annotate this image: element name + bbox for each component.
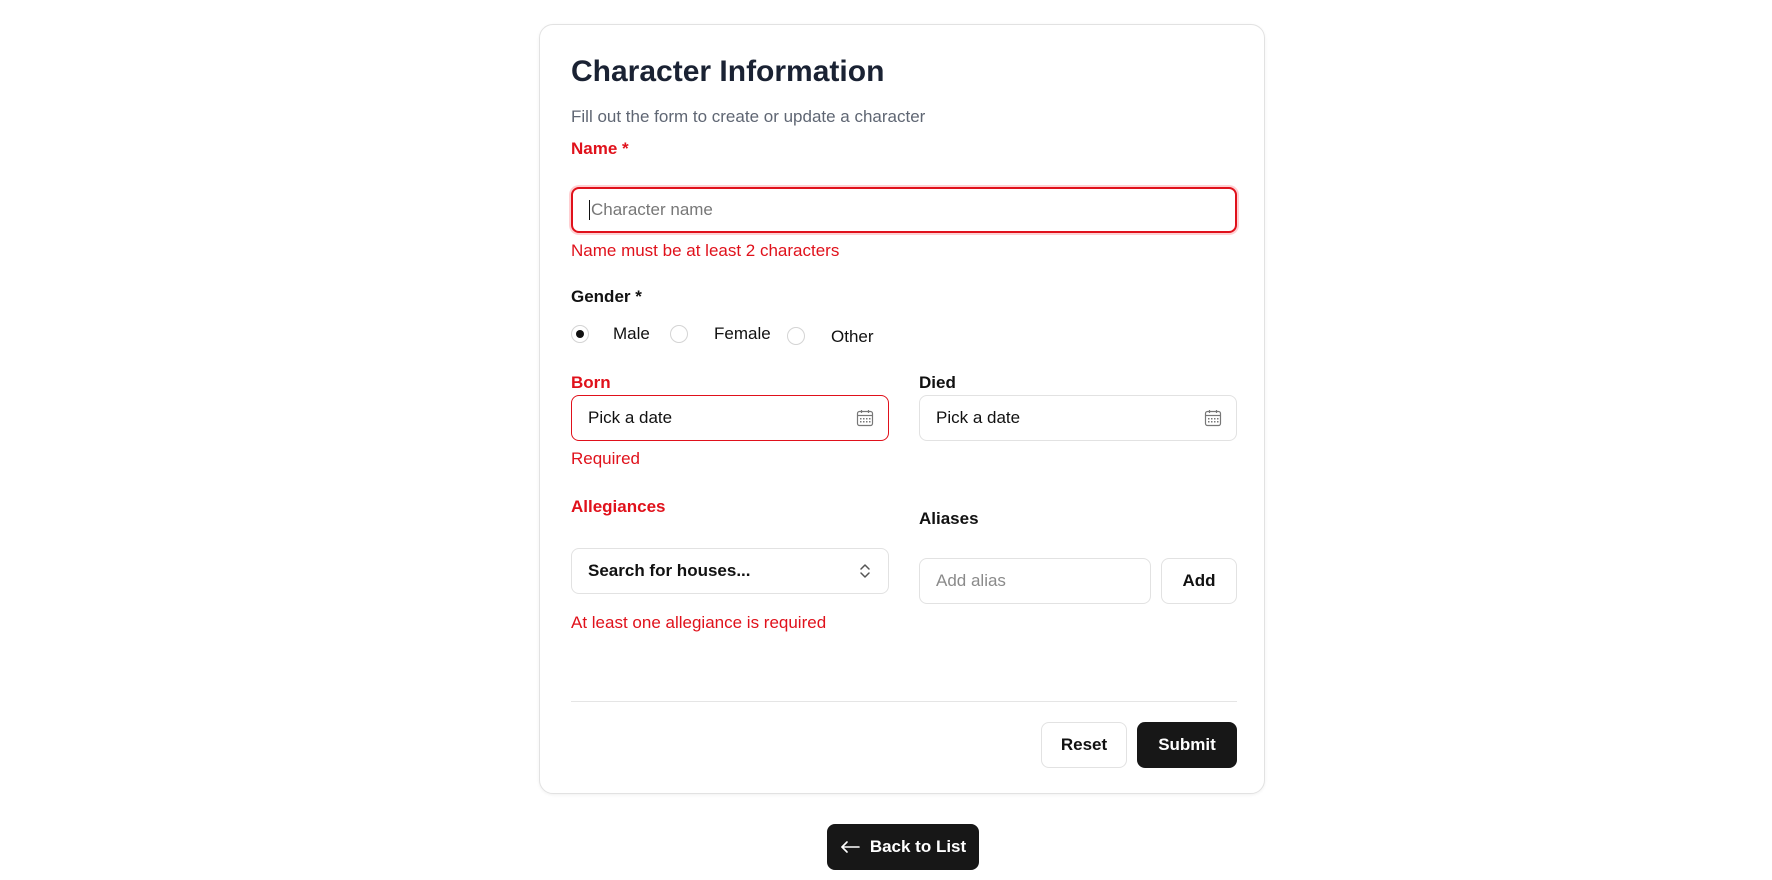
- form-subtitle: Fill out the form to create or update a …: [571, 107, 926, 126]
- calendar-icon: [856, 410, 874, 427]
- died-label: Died: [919, 373, 956, 392]
- died-date-picker[interactable]: Pick a date: [919, 395, 1237, 441]
- radio-selected-dot: [576, 330, 584, 338]
- form-title: Character Information: [571, 55, 885, 88]
- radio-label-male[interactable]: Male: [613, 324, 650, 344]
- born-label: Born: [571, 373, 611, 392]
- allegiances-combobox[interactable]: Search for houses...: [571, 548, 889, 594]
- character-form-card: Character Information Fill out the form …: [539, 24, 1265, 794]
- radio-label-other[interactable]: Other: [831, 327, 874, 347]
- allegiances-error: At least one allegiance is required: [571, 613, 827, 632]
- gender-label: Gender *: [571, 287, 642, 306]
- name-input[interactable]: Character name: [571, 187, 1237, 233]
- name-label: Name *: [571, 139, 629, 158]
- back-to-list-button[interactable]: Back to List: [827, 824, 979, 870]
- back-to-list-label: Back to List: [869, 837, 967, 856]
- allegiances-label: Allegiances: [571, 497, 666, 516]
- submit-button[interactable]: Submit: [1137, 722, 1237, 768]
- alias-placeholder: Add alias: [936, 571, 1006, 590]
- aliases-label: Aliases: [919, 509, 979, 528]
- name-error: Name must be at least 2 characters: [571, 241, 840, 260]
- born-placeholder: Pick a date: [588, 408, 673, 427]
- form-divider: [571, 701, 1237, 702]
- add-alias-button[interactable]: Add: [1161, 558, 1237, 604]
- born-date-picker[interactable]: Pick a date: [571, 395, 889, 441]
- arrow-left-icon: [841, 841, 860, 853]
- allegiances-placeholder: Search for houses...: [588, 561, 751, 580]
- born-error: Required: [571, 449, 640, 468]
- name-placeholder: Character name: [591, 200, 713, 219]
- radio-label-female[interactable]: Female: [714, 324, 771, 344]
- text-caret: [589, 200, 590, 220]
- died-placeholder: Pick a date: [936, 408, 1021, 427]
- alias-input[interactable]: Add alias: [919, 558, 1151, 604]
- radio-other[interactable]: [787, 327, 805, 345]
- radio-male[interactable]: [571, 325, 589, 343]
- radio-female[interactable]: [670, 325, 688, 343]
- reset-button[interactable]: Reset: [1041, 722, 1127, 768]
- calendar-icon: [1204, 410, 1222, 427]
- chevron-up-down-icon: [860, 564, 870, 578]
